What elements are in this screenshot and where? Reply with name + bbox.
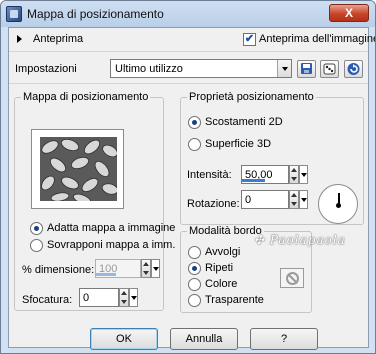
- map-preview-image[interactable]: [31, 129, 124, 209]
- dialog-window: Mappa di posizionamento X Anteprima ✔ An…: [0, 0, 376, 354]
- rotation-label: Rotazione:: [187, 198, 240, 210]
- radio-color-label[interactable]: Colore: [205, 278, 237, 290]
- cancel-button[interactable]: Annulla: [170, 328, 238, 350]
- preset-value: Ultimo utilizzo: [115, 63, 183, 75]
- radio-fit-map[interactable]: [30, 222, 43, 235]
- settings-label: Impostazioni: [15, 63, 77, 75]
- radio-overlay-map[interactable]: [30, 239, 43, 252]
- blur-spinner[interactable]: [119, 288, 129, 307]
- radio-repeat[interactable]: [188, 262, 201, 275]
- chevron-down-icon: [153, 267, 159, 271]
- radio-fit-map-label[interactable]: Adatta mappa a immagine: [47, 222, 175, 234]
- save-preset-button[interactable]: [297, 60, 316, 78]
- watermark: ✣ Paolapaola: [254, 233, 375, 253]
- blur-dropdown[interactable]: [129, 288, 138, 307]
- rotation-dial[interactable]: [318, 184, 358, 224]
- map-thumbnail: [40, 137, 117, 201]
- intensity-label: Intensità:: [187, 169, 232, 181]
- expand-triangle-icon[interactable]: [17, 35, 22, 43]
- dimension-spinner[interactable]: [141, 259, 151, 278]
- intensity-spinner[interactable]: [289, 165, 299, 184]
- reset-preset-button[interactable]: [344, 60, 363, 78]
- watermark-text: Paolapaola: [269, 233, 346, 247]
- rotation-dropdown[interactable]: [299, 190, 308, 209]
- radio-wrap-label[interactable]: Avvolgi: [205, 246, 240, 258]
- chevron-down-icon: [301, 198, 307, 202]
- edge-mode-group-title: Modalità bordo: [187, 225, 264, 237]
- radio-transparent-label[interactable]: Trasparente: [205, 294, 264, 306]
- preview-image-checkbox[interactable]: ✔: [243, 33, 256, 46]
- radio-transparent[interactable]: [188, 294, 201, 307]
- title-bar[interactable]: Mappa di posizionamento X: [1, 1, 375, 27]
- intensity-slider[interactable]: [242, 179, 265, 182]
- intensity-dropdown[interactable]: [299, 165, 308, 184]
- chevron-down-icon: [301, 173, 307, 177]
- radio-2d-offsets[interactable]: [188, 116, 201, 129]
- dimension-dropdown[interactable]: [151, 259, 160, 278]
- close-button[interactable]: X: [329, 4, 369, 22]
- blur-label: Sfocatura:: [22, 294, 73, 306]
- rotation-input[interactable]: 0: [241, 190, 289, 209]
- dice-icon: [323, 63, 336, 75]
- preset-combobox[interactable]: Ultimo utilizzo: [110, 59, 292, 78]
- radio-3d-surface-label[interactable]: Superficie 3D: [205, 138, 271, 150]
- app-icon: [6, 6, 22, 22]
- no-color-icon: [286, 272, 299, 285]
- ok-button[interactable]: OK: [90, 328, 158, 350]
- dialog-body: Anteprima ✔ Anteprima dell'immagine Impo…: [8, 27, 375, 350]
- preview-bar: Anteprima ✔ Anteprima dell'immagine: [9, 28, 375, 52]
- rotation-value: 0: [245, 194, 252, 206]
- rotation-spinner[interactable]: [289, 190, 299, 209]
- preview-image-label[interactable]: Anteprima dell'immagine: [259, 33, 375, 45]
- radio-3d-surface[interactable]: [188, 138, 201, 151]
- radio-overlay-map-label[interactable]: Sovrapponi mappa a imm.: [47, 239, 175, 251]
- radio-repeat-label[interactable]: Ripeti: [205, 262, 233, 274]
- help-button[interactable]: ?: [250, 328, 318, 350]
- map-group-title: Mappa di posizionamento: [21, 91, 151, 103]
- reset-arrow-icon: [347, 63, 360, 75]
- edge-color-swatch[interactable]: [280, 268, 304, 288]
- settings-row: Impostazioni Ultimo utilizzo: [9, 54, 368, 84]
- blur-value: 0: [83, 292, 90, 304]
- radio-color[interactable]: [188, 278, 201, 291]
- properties-group-title: Proprietà posizionamento: [187, 91, 316, 103]
- random-preset-button[interactable]: [320, 60, 339, 78]
- dimension-slider[interactable]: [96, 273, 116, 276]
- preset-dropdown-arrow[interactable]: [277, 60, 291, 77]
- dial-center-icon: [336, 203, 341, 208]
- watermark-mark-icon: ✣: [254, 233, 270, 247]
- window-title: Mappa di posizionamento: [27, 7, 164, 21]
- chevron-down-icon: [131, 296, 137, 300]
- chevron-down-icon: [282, 67, 288, 71]
- radio-wrap[interactable]: [188, 246, 201, 259]
- floppy-disk-icon: [301, 63, 312, 74]
- preview-toggle-label[interactable]: Anteprima: [33, 33, 83, 45]
- dimension-label: % dimensione:: [22, 264, 95, 276]
- blur-input[interactable]: 0: [79, 288, 119, 307]
- radio-2d-offsets-label[interactable]: Scostamenti 2D: [205, 116, 283, 128]
